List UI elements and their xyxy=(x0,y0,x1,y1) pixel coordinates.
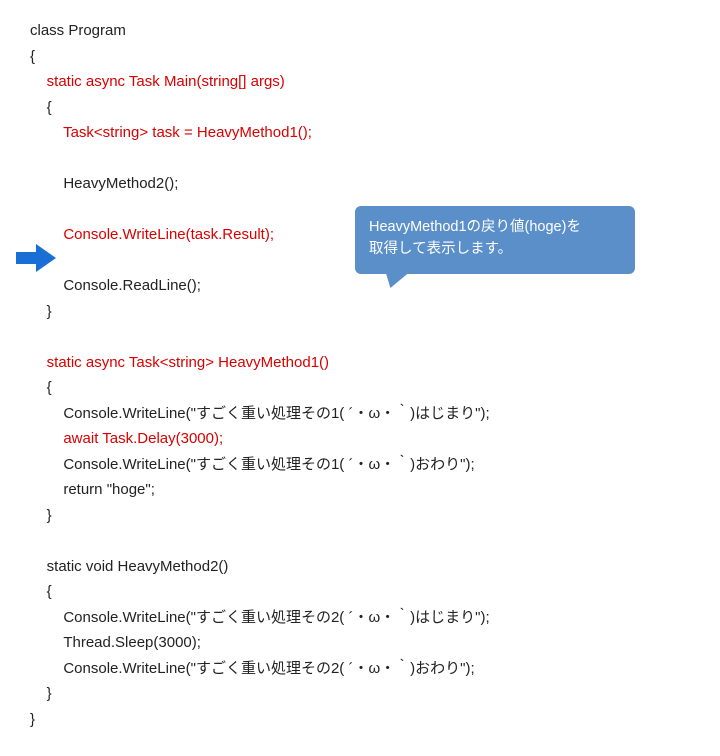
code-line xyxy=(30,430,63,447)
code-line: } xyxy=(30,711,35,728)
code-line-highlight: await Task.Delay(3000); xyxy=(63,430,223,447)
code-line: HeavyMethod2(); xyxy=(30,175,178,192)
code-line xyxy=(30,124,63,141)
code-line: } xyxy=(30,507,52,524)
code-line-highlight: Task<string> task = HeavyMethod1(); xyxy=(63,124,312,141)
code-line: { xyxy=(30,583,52,600)
code-line: Console.WriteLine("すごく重い処理その2( ´・ω・｀)おわり… xyxy=(30,660,475,677)
code-block: class Program { static async Task Main(s… xyxy=(30,18,690,732)
code-line xyxy=(30,226,63,243)
code-line: Console.WriteLine("すごく重い処理その1( ´・ω・｀)おわり… xyxy=(30,456,475,473)
code-line: static void HeavyMethod2() xyxy=(30,558,228,575)
code-line-highlight: static async Task Main(string[] args) xyxy=(47,73,285,90)
pointer-arrow-icon xyxy=(16,244,56,272)
callout-line: HeavyMethod1の戻り値(hoge)を xyxy=(369,217,621,239)
code-line: } xyxy=(30,303,52,320)
code-line: { xyxy=(30,379,52,396)
code-line: } xyxy=(30,685,52,702)
code-line: Console.WriteLine("すごく重い処理その2( ´・ω・｀)はじま… xyxy=(30,609,490,626)
callout-line: 取得して表示します。 xyxy=(369,239,621,261)
code-line: Console.ReadLine(); xyxy=(30,277,201,294)
code-line xyxy=(30,354,47,371)
code-line: return "hoge"; xyxy=(30,481,155,498)
code-line: class Program xyxy=(30,22,126,39)
code-line xyxy=(30,73,47,90)
code-line-highlight: static async Task<string> HeavyMethod1() xyxy=(47,354,329,371)
code-line: { xyxy=(30,99,52,116)
code-line: Console.WriteLine("すごく重い処理その1( ´・ω・｀)はじま… xyxy=(30,405,490,422)
code-line: Thread.Sleep(3000); xyxy=(30,634,201,651)
annotation-callout: HeavyMethod1の戻り値(hoge)を 取得して表示します。 xyxy=(355,206,635,274)
code-line-highlight: Console.WriteLine(task.Result); xyxy=(63,226,274,243)
code-line: { xyxy=(30,48,35,65)
